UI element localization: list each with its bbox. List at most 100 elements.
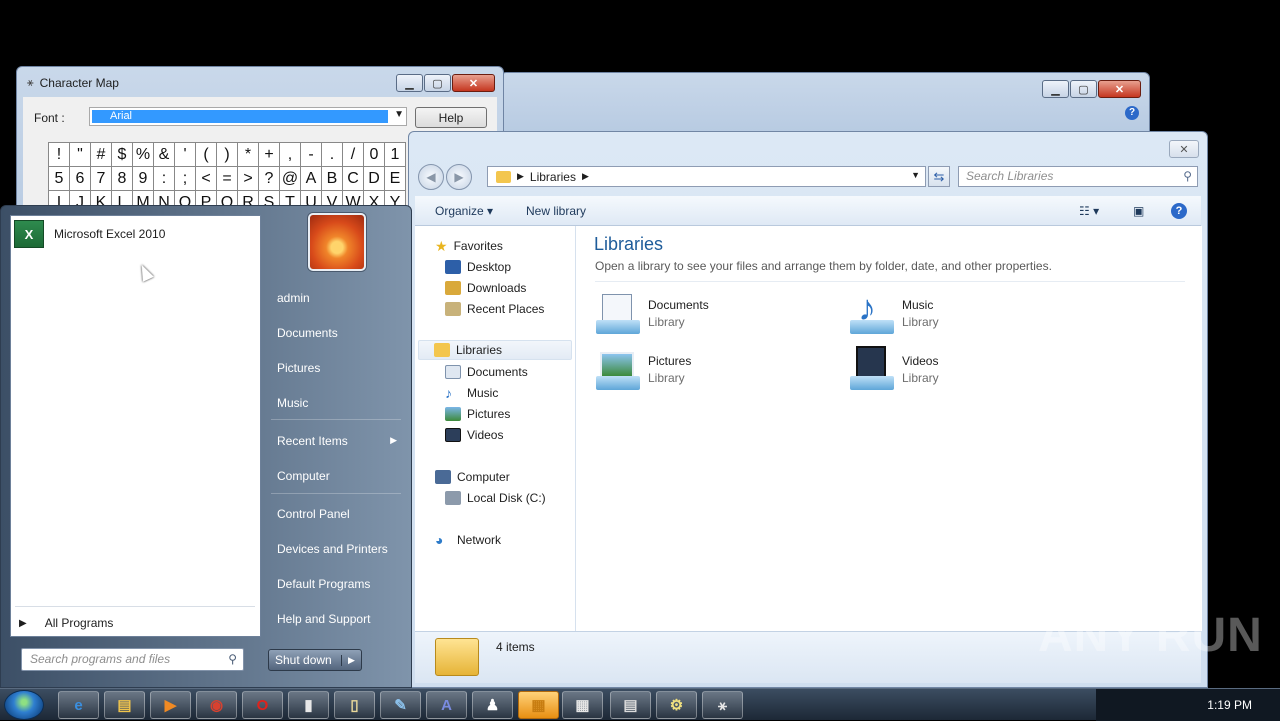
maximize-button[interactable]: ▢ — [1070, 80, 1097, 98]
view-options-icon[interactable]: ☷ ▾ — [1079, 204, 1099, 218]
taskbar-button[interactable]: ▶ — [150, 691, 191, 719]
char-cell[interactable]: & — [154, 143, 175, 167]
chevron-right-icon[interactable]: ▶ — [582, 171, 589, 182]
taskbar-button[interactable]: A — [426, 691, 467, 719]
taskbar-button[interactable]: O — [242, 691, 283, 719]
start-item-devices[interactable]: Devices and Printers — [269, 534, 405, 563]
nav-network[interactable]: ◕ Network — [435, 530, 501, 550]
char-cell[interactable]: ; — [175, 167, 196, 191]
char-cell[interactable]: B — [322, 167, 343, 191]
start-button[interactable] — [4, 690, 44, 720]
start-item-computer[interactable]: Computer — [269, 461, 405, 490]
program-item-excel[interactable]: X Microsoft Excel 2010 — [14, 220, 165, 248]
char-cell[interactable]: : — [154, 167, 175, 191]
taskbar-button[interactable]: ▮ — [288, 691, 329, 719]
start-item-user[interactable]: admin — [269, 283, 405, 312]
start-item-music[interactable]: Music — [269, 388, 405, 417]
library-item-music[interactable]: ♪ Music Library — [848, 290, 939, 336]
search-icon[interactable]: ⚲ — [228, 649, 237, 670]
nav-computer[interactable]: Computer — [435, 467, 510, 487]
char-cell[interactable]: . — [322, 143, 343, 167]
char-cell[interactable]: @ — [280, 167, 301, 191]
nav-favorites[interactable]: ★ Favorites — [435, 236, 503, 256]
library-item-videos[interactable]: Videos Library — [848, 346, 939, 392]
char-cell[interactable]: # — [91, 143, 112, 167]
char-cell[interactable]: - — [301, 143, 322, 167]
start-item-recent[interactable]: Recent Items ▶ — [269, 426, 405, 455]
chevron-right-icon[interactable]: ▶ — [517, 171, 524, 182]
char-cell[interactable]: 8 — [112, 167, 133, 191]
taskbar-button[interactable]: ▤ — [610, 691, 651, 719]
start-item-pictures[interactable]: Pictures — [269, 353, 405, 382]
user-avatar[interactable] — [308, 213, 366, 271]
char-cell[interactable]: ! — [49, 143, 70, 167]
char-cell[interactable]: > — [238, 167, 259, 191]
char-cell[interactable]: 1 — [385, 143, 406, 167]
char-cell[interactable]: C — [343, 167, 364, 191]
start-item-help[interactable]: Help and Support — [269, 604, 405, 633]
char-cell[interactable]: 7 — [91, 167, 112, 191]
nav-pictures[interactable]: Pictures — [445, 404, 510, 424]
char-cell[interactable]: 0 — [364, 143, 385, 167]
char-cell[interactable]: % — [133, 143, 154, 167]
all-programs-button[interactable]: ▶ All Programs — [19, 616, 113, 630]
char-cell[interactable]: ) — [217, 143, 238, 167]
organize-button[interactable]: Organize ▾ — [435, 204, 493, 218]
forward-button[interactable]: ▶ — [446, 164, 472, 190]
char-cell[interactable]: * — [238, 143, 259, 167]
nav-music[interactable]: ♪ Music — [445, 383, 498, 403]
refresh-button[interactable]: ⇆ — [928, 166, 950, 187]
search-icon[interactable]: ⚲ — [1183, 167, 1192, 186]
nav-libraries[interactable]: Libraries — [418, 340, 572, 360]
back-button[interactable]: ◀ — [418, 164, 444, 190]
search-input[interactable]: Search Libraries ⚲ — [958, 166, 1198, 187]
breadcrumb[interactable]: Libraries — [530, 170, 576, 184]
taskbar-button[interactable]: ▦ — [562, 691, 603, 719]
maximize-button[interactable]: ▢ — [424, 74, 451, 92]
new-library-button[interactable]: New library — [526, 204, 586, 218]
taskbar-button[interactable]: ▯ — [334, 691, 375, 719]
font-select[interactable]: Arial ▼ — [89, 107, 407, 126]
chevron-right-icon[interactable]: ▶ — [341, 654, 361, 666]
library-item-pictures[interactable]: Pictures Library — [594, 346, 691, 392]
library-item-documents[interactable]: Documents Library — [594, 290, 709, 336]
preview-pane-icon[interactable]: ▣ — [1133, 204, 1144, 218]
char-cell[interactable]: , — [280, 143, 301, 167]
taskbar-button[interactable]: ✎ — [380, 691, 421, 719]
start-item-documents[interactable]: Documents — [269, 318, 405, 347]
nav-local-disk[interactable]: Local Disk (C:) — [445, 488, 546, 508]
char-cell[interactable]: 5 — [49, 167, 70, 191]
nav-recent-places[interactable]: Recent Places — [445, 299, 544, 319]
char-cell[interactable]: + — [259, 143, 280, 167]
close-button[interactable]: ✕ — [1169, 140, 1199, 158]
start-item-control-panel[interactable]: Control Panel — [269, 499, 405, 528]
char-cell[interactable]: = — [217, 167, 238, 191]
char-cell[interactable]: E — [385, 167, 406, 191]
minimize-button[interactable]: ▁ — [396, 74, 423, 92]
char-cell[interactable]: 6 — [70, 167, 91, 191]
help-icon[interactable]: ? — [1125, 106, 1139, 120]
char-cell[interactable]: A — [301, 167, 322, 191]
shutdown-button[interactable]: Shut down ▶ — [268, 649, 362, 671]
chevron-down-icon[interactable]: ▼ — [911, 170, 920, 180]
char-cell[interactable]: " — [70, 143, 91, 167]
start-item-default-programs[interactable]: Default Programs — [269, 569, 405, 598]
search-programs-input[interactable]: Search programs and files ⚲ — [21, 648, 244, 671]
char-cell[interactable]: D — [364, 167, 385, 191]
char-cell[interactable]: / — [343, 143, 364, 167]
taskbar-button[interactable]: e — [58, 691, 99, 719]
help-button[interactable]: Help — [415, 107, 487, 128]
taskbar-button[interactable]: ⚹ — [702, 691, 743, 719]
taskbar-button[interactable]: ♟ — [472, 691, 513, 719]
taskbar-button[interactable]: ▤ — [104, 691, 145, 719]
chevron-down-icon[interactable]: ▼ — [394, 109, 404, 120]
nav-desktop[interactable]: Desktop — [445, 257, 511, 277]
close-button[interactable]: ✕ — [452, 74, 495, 92]
char-cell[interactable]: ( — [196, 143, 217, 167]
char-cell[interactable]: 9 — [133, 167, 154, 191]
taskbar-button[interactable]: ⚙ — [656, 691, 697, 719]
taskbar-button[interactable]: ▦ — [518, 691, 559, 719]
minimize-button[interactable]: ▁ — [1042, 80, 1069, 98]
clock[interactable]: 1:19 PM — [1207, 698, 1252, 712]
char-cell[interactable]: $ — [112, 143, 133, 167]
